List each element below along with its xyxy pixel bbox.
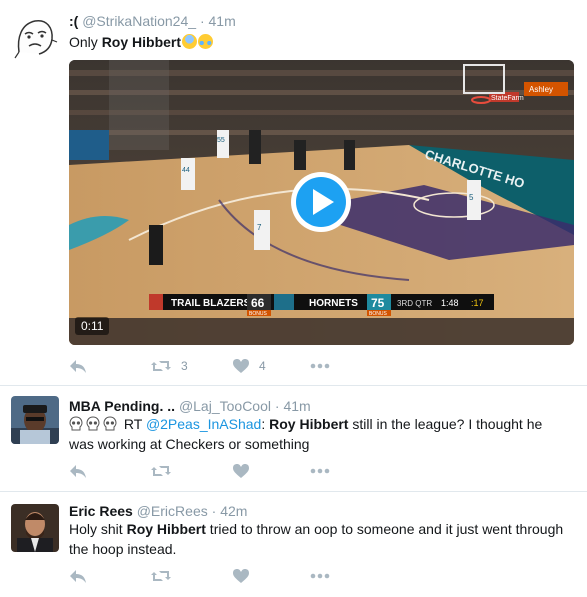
mention-link[interactable]: @2Peas_InAShad (146, 416, 261, 432)
heart-icon (233, 464, 249, 478)
reply-button[interactable] (69, 461, 87, 481)
display-name[interactable]: MBA Pending. .. (69, 398, 175, 414)
reply-icon (70, 465, 86, 478)
svg-text:44: 44 (182, 167, 190, 174)
reply-icon (70, 360, 86, 373)
skull-icon (86, 416, 100, 431)
bonus-2: BONUS (369, 311, 387, 317)
more-icon (310, 573, 330, 579)
svg-text:55: 55 (217, 137, 225, 144)
svg-text:7: 7 (257, 223, 262, 232)
sideline-board (69, 130, 109, 160)
highlighted-term: Roy Hibbert (126, 521, 206, 537)
bonus-1: BONUS (249, 311, 267, 317)
tweet-actions (69, 461, 369, 481)
tweet-actions: 3 4 (69, 356, 369, 376)
retweet-icon (151, 361, 171, 371)
timestamp[interactable]: 41m (283, 398, 310, 414)
timeline: :( @StrikaNation24_ · 41m Only Roy Hibbe… (0, 0, 587, 597)
more-button[interactable] (310, 461, 330, 481)
team1-name: TRAIL BLAZERS (171, 298, 251, 309)
timestamp[interactable]: 42m (220, 503, 247, 519)
tweet-header: MBA Pending. .. @Laj_TooCool · 41m (69, 397, 311, 415)
team2-name: HORNETS (309, 298, 358, 309)
skull-icon (103, 416, 117, 431)
reply-button[interactable] (69, 356, 87, 376)
user-handle[interactable]: @Laj_TooCool (179, 398, 271, 414)
team2-score: 75 (371, 296, 385, 310)
avatar[interactable] (11, 504, 59, 552)
more-icon (310, 468, 330, 474)
shot-clock: :17 (471, 298, 484, 308)
separator-dot: · (199, 13, 205, 29)
avatar[interactable] (11, 396, 59, 444)
heart-icon (233, 359, 249, 373)
user-handle[interactable]: @StrikaNation24_ (82, 13, 196, 29)
highlighted-term: Roy Hibbert (101, 34, 182, 50)
separator-dot: · (211, 503, 217, 519)
text-segment: Holy shit (69, 521, 127, 537)
rt-prefix: RT (123, 416, 146, 432)
text-segment: was working at Checkers or something (69, 436, 310, 452)
like-button[interactable]: 4 (232, 356, 266, 376)
ad-text-2: Ashley (529, 85, 553, 94)
team1-score: 66 (251, 296, 265, 310)
fearful-face-emoji (182, 34, 198, 49)
like-count: 4 (259, 359, 266, 373)
retweet-icon (151, 466, 171, 476)
heart-icon (233, 569, 249, 583)
tweet-actions (69, 566, 369, 586)
quarter: 3RD QTR (397, 299, 432, 308)
text-segment: Only (69, 34, 102, 50)
skull-icon (69, 416, 83, 431)
video-frame: StateFarm Ashley CHARLOTTE HO 44 55 7 5 … (69, 60, 574, 345)
text-segment: : (261, 416, 270, 432)
avatar[interactable] (11, 12, 59, 60)
tweet-2[interactable]: MBA Pending. .. @Laj_TooCool · 41m RT @2… (0, 386, 587, 492)
video-player[interactable]: StateFarm Ashley CHARLOTTE HO 44 55 7 5 … (69, 60, 574, 345)
more-button[interactable] (310, 566, 330, 586)
retweet-button[interactable] (150, 566, 172, 586)
tweet-text: Only Roy Hibbert (69, 32, 575, 52)
highlighted-term: Roy Hibbert (269, 416, 349, 432)
tweet-text: RT @2Peas_InAShad: Roy Hibbert still in … (69, 414, 575, 454)
retweet-count: 3 (181, 359, 188, 373)
timestamp[interactable]: 41m (209, 13, 236, 29)
retweet-button[interactable] (150, 461, 172, 481)
tweet-1[interactable]: :( @StrikaNation24_ · 41m Only Roy Hibbe… (0, 0, 587, 386)
tweet-text: Holy shit Roy Hibbert tried to throw an … (69, 519, 575, 559)
svg-text:5: 5 (469, 193, 474, 202)
play-button[interactable] (291, 172, 351, 232)
retweet-button[interactable]: 3 (150, 356, 188, 376)
like-button[interactable] (232, 461, 250, 481)
display-name[interactable]: :( (69, 13, 78, 29)
referee (149, 225, 163, 265)
like-button[interactable] (232, 566, 250, 586)
tears-of-joy-emoji (198, 34, 214, 49)
video-duration: 0:11 (81, 319, 104, 333)
separator-dot: · (274, 398, 280, 414)
text-segment: the hoop instead. (69, 541, 177, 557)
more-button[interactable] (310, 356, 330, 376)
tweet-header: Eric Rees @EricRees · 42m (69, 502, 247, 520)
tweet-header: :( @StrikaNation24_ · 41m (69, 12, 236, 30)
ad-text-1: StateFarm (491, 95, 524, 102)
reply-icon (70, 570, 86, 583)
game-clock: 1:48 (441, 298, 459, 308)
reply-button[interactable] (69, 566, 87, 586)
text-segment: tried to throw an oop to someone and it … (205, 521, 564, 537)
display-name[interactable]: Eric Rees (69, 503, 133, 519)
tweet-3[interactable]: Eric Rees @EricRees · 42m Holy shit Roy … (0, 492, 587, 597)
user-handle[interactable]: @EricRees (137, 503, 208, 519)
more-icon (310, 363, 330, 369)
text-segment: still in the league? I thought he (348, 416, 543, 432)
retweet-icon (151, 571, 171, 581)
